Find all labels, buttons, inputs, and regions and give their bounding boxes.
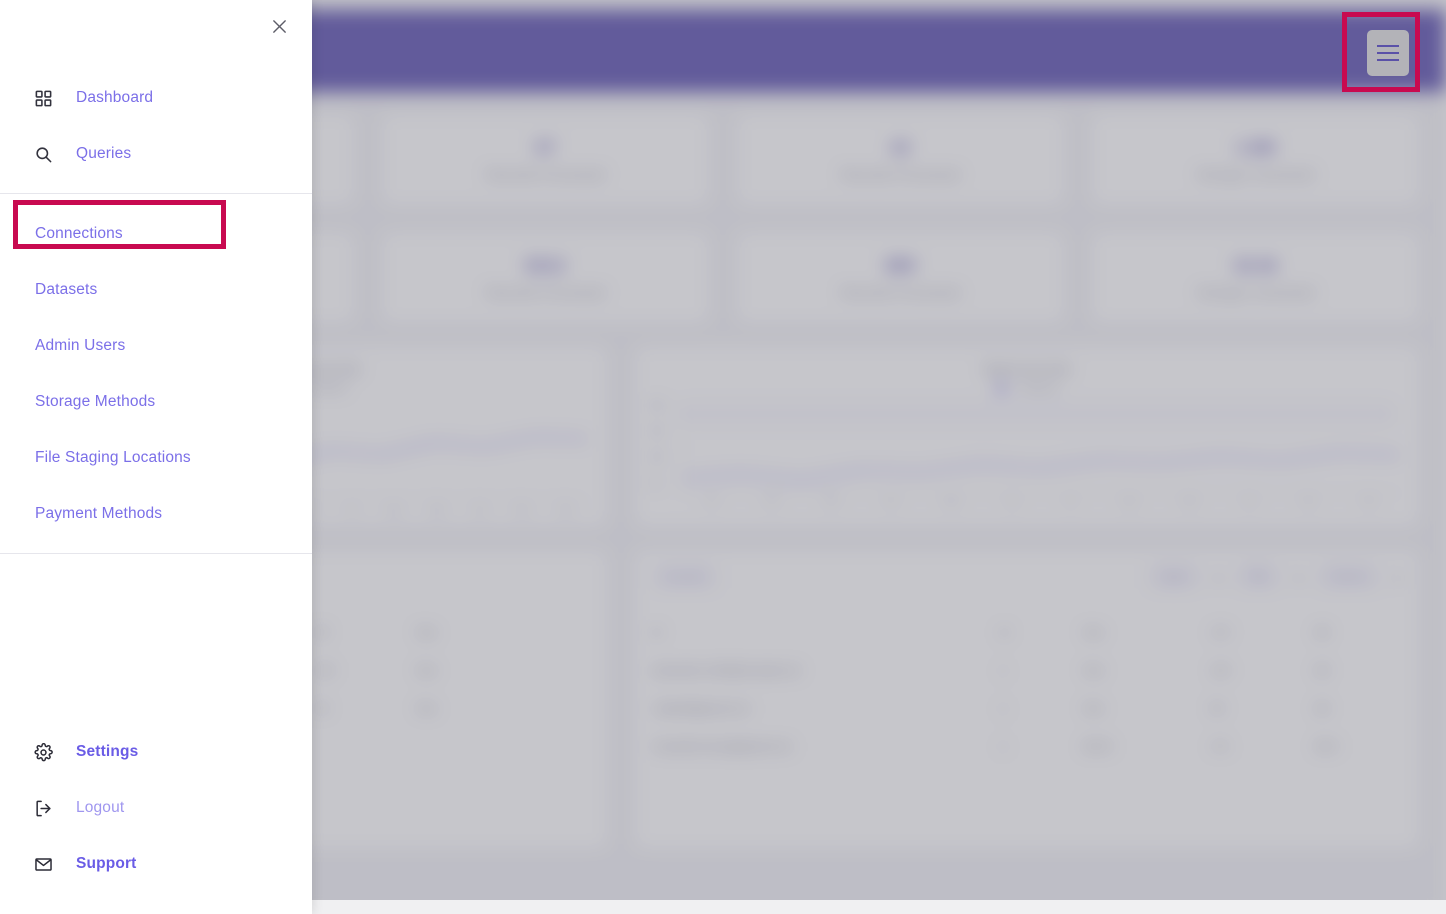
hamburger-bar	[1377, 59, 1399, 61]
close-icon	[272, 19, 286, 33]
navigation-drawer: Dashboard Queries Connections Datasets A…	[0, 0, 312, 914]
envelope-icon	[33, 854, 54, 875]
grid-icon	[33, 88, 54, 109]
sidebar-item-queries[interactable]: Queries	[0, 126, 312, 182]
sidebar-item-support[interactable]: Support	[0, 836, 312, 892]
sidebar-item-file-staging-locations[interactable]: File Staging Locations	[0, 430, 312, 486]
sidebar-item-datasets[interactable]: Datasets	[0, 262, 312, 318]
sidebar-item-storage-methods[interactable]: Storage Methods	[0, 374, 312, 430]
logout-icon	[33, 798, 54, 819]
sidebar-item-label: Logout	[76, 799, 125, 816]
drawer-divider-top	[0, 193, 312, 194]
drawer-spacer	[0, 566, 312, 724]
search-icon	[33, 144, 54, 165]
sidebar-item-label: Payment Methods	[35, 505, 163, 522]
drawer-divider-bottom	[0, 553, 312, 554]
sidebar-item-label: Datasets	[35, 281, 98, 298]
sidebar-item-label: Admin Users	[35, 337, 126, 354]
sidebar-item-connections[interactable]: Connections	[0, 206, 312, 262]
hamburger-bar	[1377, 45, 1399, 47]
drawer-footer-section: Settings Logout Support	[0, 724, 312, 914]
sidebar-item-dashboard[interactable]: Dashboard	[0, 70, 312, 126]
sidebar-item-label: Storage Methods	[35, 393, 156, 410]
sidebar-item-logout[interactable]: Logout	[0, 780, 312, 836]
sidebar-item-label: File Staging Locations	[35, 449, 191, 466]
sidebar-item-label: Queries	[76, 145, 132, 162]
hamburger-bar	[1377, 52, 1399, 54]
drawer-section-list: Connections Datasets Admin Users Storage…	[0, 206, 312, 542]
sidebar-item-payment-methods[interactable]: Payment Methods	[0, 486, 312, 542]
menu-toggle-button[interactable]	[1367, 30, 1409, 76]
sidebar-item-label: Connections	[35, 225, 123, 242]
gear-icon	[33, 742, 54, 763]
close-drawer-button[interactable]	[264, 11, 294, 41]
sidebar-item-admin-users[interactable]: Admin Users	[0, 318, 312, 374]
screen-root: 1,284 Records Processed 97 Records Proce…	[0, 0, 1446, 914]
sidebar-item-label: Settings	[76, 743, 139, 760]
sidebar-item-label: Dashboard	[76, 89, 154, 106]
sidebar-item-settings[interactable]: Settings	[0, 724, 312, 780]
sidebar-item-label: Support	[76, 855, 137, 872]
